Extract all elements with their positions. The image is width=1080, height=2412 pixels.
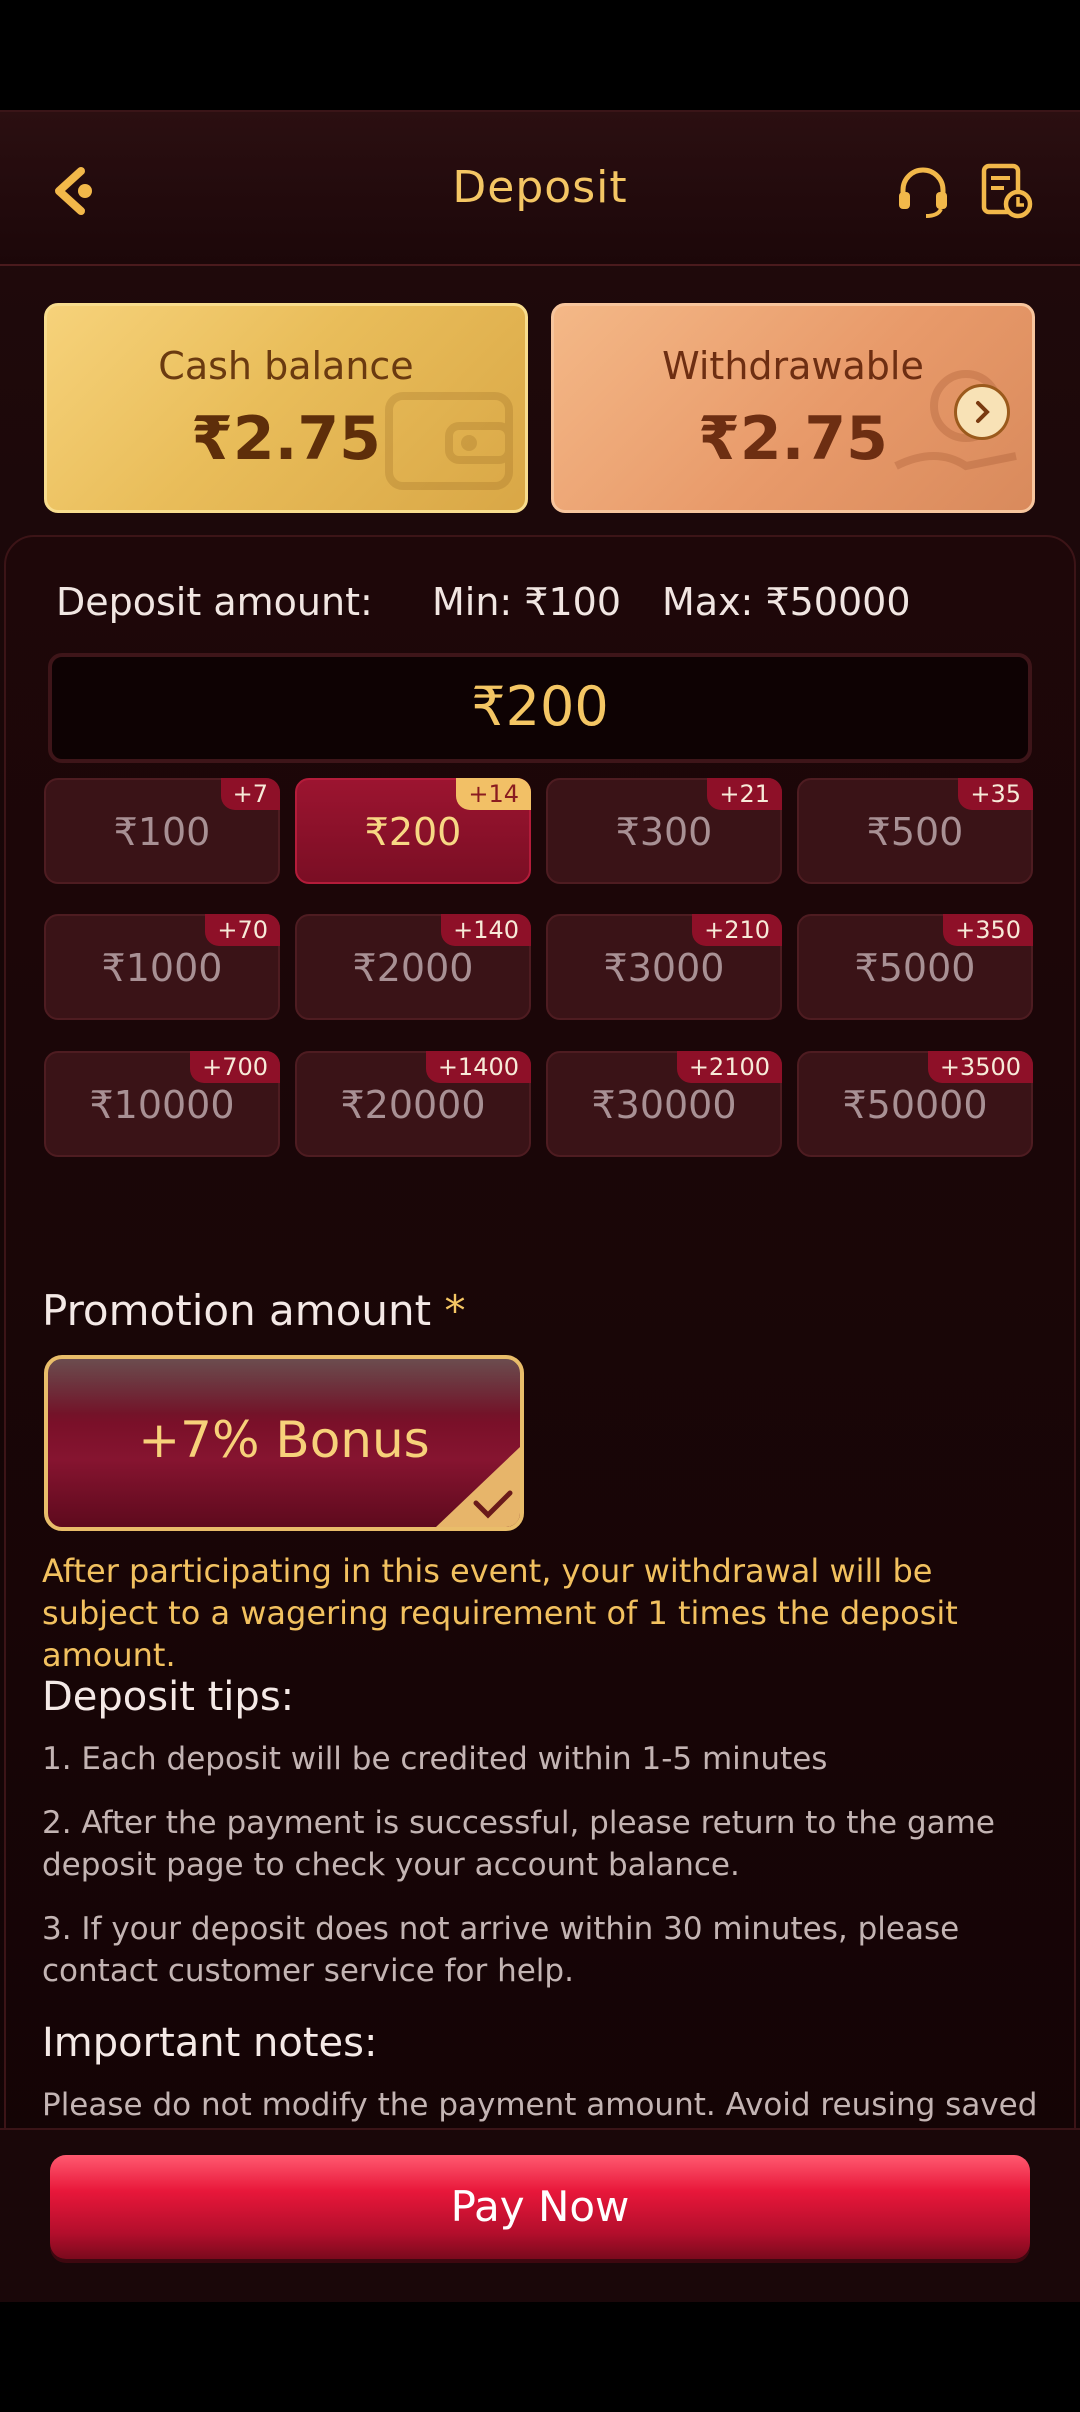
amount-option-value: ₹5000 <box>854 946 976 990</box>
amount-option-value: ₹20000 <box>340 1083 486 1127</box>
system-nav-bar <box>0 2302 1080 2412</box>
withdraw-arrow-button[interactable] <box>954 384 1010 440</box>
tip-1: 1. Each deposit will be credited within … <box>42 1741 828 1777</box>
amount-option-bonus: +2100 <box>676 1051 782 1083</box>
amount-option-value: ₹50000 <box>842 1083 988 1127</box>
amount-option-value: ₹200 <box>364 810 462 854</box>
deposit-amount-label: Deposit amount: <box>56 580 373 624</box>
amount-option-value: ₹10000 <box>89 1083 235 1127</box>
amount-option-bonus: +3500 <box>927 1051 1033 1083</box>
amount-option-value: ₹1000 <box>101 946 223 990</box>
deposit-amount-input[interactable]: ₹200 <box>48 653 1032 763</box>
amount-option[interactable]: ₹300 +21 <box>546 778 782 884</box>
amount-option-bonus: +21 <box>707 778 782 810</box>
deposit-tips-title: Deposit tips: <box>42 1674 295 1720</box>
cash-balance-label: Cash balance <box>158 344 414 388</box>
amount-option[interactable]: ₹1000 +70 <box>44 914 280 1020</box>
history-icon <box>981 163 1033 219</box>
amount-option[interactable]: ₹50000 +3500 <box>797 1051 1033 1157</box>
amount-option[interactable]: ₹500 +35 <box>797 778 1033 884</box>
status-bar <box>0 0 1080 110</box>
amount-option-bonus: +1400 <box>425 1051 531 1083</box>
tip-3: 3. If your deposit does not arrive withi… <box>42 1911 960 1989</box>
deposit-max: Max: ₹50000 <box>662 580 911 624</box>
pay-now-button[interactable]: Pay Now <box>50 2155 1030 2259</box>
wager-note: After participating in this event, your … <box>42 1552 958 1674</box>
amount-option[interactable]: ₹3000 +210 <box>546 914 782 1020</box>
withdrawable-label: Withdrawable <box>662 344 924 388</box>
amount-option-bonus: +7 <box>220 778 280 810</box>
amount-option-value: ₹3000 <box>603 946 725 990</box>
deposit-screen: Deposit Cash balance ₹2.75 Withdrawable … <box>0 110 1080 2302</box>
cash-balance-amount: ₹2.75 <box>191 404 381 474</box>
promotion-option[interactable]: +7% Bonus <box>44 1355 524 1531</box>
amount-option[interactable]: ₹200 +14 <box>295 778 531 884</box>
headset-icon <box>899 167 947 218</box>
promotion-title: Promotion amount * <box>42 1286 465 1335</box>
cash-balance-card: Cash balance ₹2.75 <box>44 303 528 513</box>
check-icon <box>473 1490 513 1519</box>
amount-option[interactable]: ₹2000 +140 <box>295 914 531 1020</box>
amount-option[interactable]: ₹30000 +2100 <box>546 1051 782 1157</box>
amount-option-bonus: +210 <box>692 914 782 946</box>
amount-option-bonus: +70 <box>205 914 280 946</box>
amount-option-value: ₹100 <box>113 810 211 854</box>
deposit-min: Min: ₹100 <box>432 580 622 624</box>
amount-option-value: ₹300 <box>615 810 713 854</box>
amount-option-value: ₹500 <box>866 810 964 854</box>
amount-option[interactable]: ₹5000 +350 <box>797 914 1033 1020</box>
amount-option[interactable]: ₹10000 +700 <box>44 1051 280 1157</box>
amount-option-bonus: +35 <box>958 778 1033 810</box>
amount-option[interactable]: ₹20000 +1400 <box>295 1051 531 1157</box>
chevron-right-icon <box>976 401 990 423</box>
tip-2: 2. After the payment is successful, plea… <box>42 1805 995 1883</box>
amount-option-bonus: +700 <box>190 1051 280 1083</box>
important-notes-title: Important notes: <box>42 2020 378 2066</box>
amount-option-bonus: +14 <box>456 778 531 810</box>
required-mark: * <box>444 1286 466 1335</box>
amount-option-bonus: +350 <box>943 914 1033 946</box>
amount-option-value: ₹2000 <box>352 946 474 990</box>
header: Deposit <box>0 110 1080 266</box>
amount-option-bonus: +140 <box>441 914 531 946</box>
amount-option-value: ₹30000 <box>591 1083 737 1127</box>
amount-option[interactable]: ₹100 +7 <box>44 778 280 884</box>
withdrawable-card[interactable]: Withdrawable ₹2.75 <box>551 303 1035 513</box>
promotion-title-text: Promotion amount <box>42 1286 432 1335</box>
customer-service-button[interactable] <box>888 156 958 226</box>
deposit-history-button[interactable] <box>970 156 1040 226</box>
